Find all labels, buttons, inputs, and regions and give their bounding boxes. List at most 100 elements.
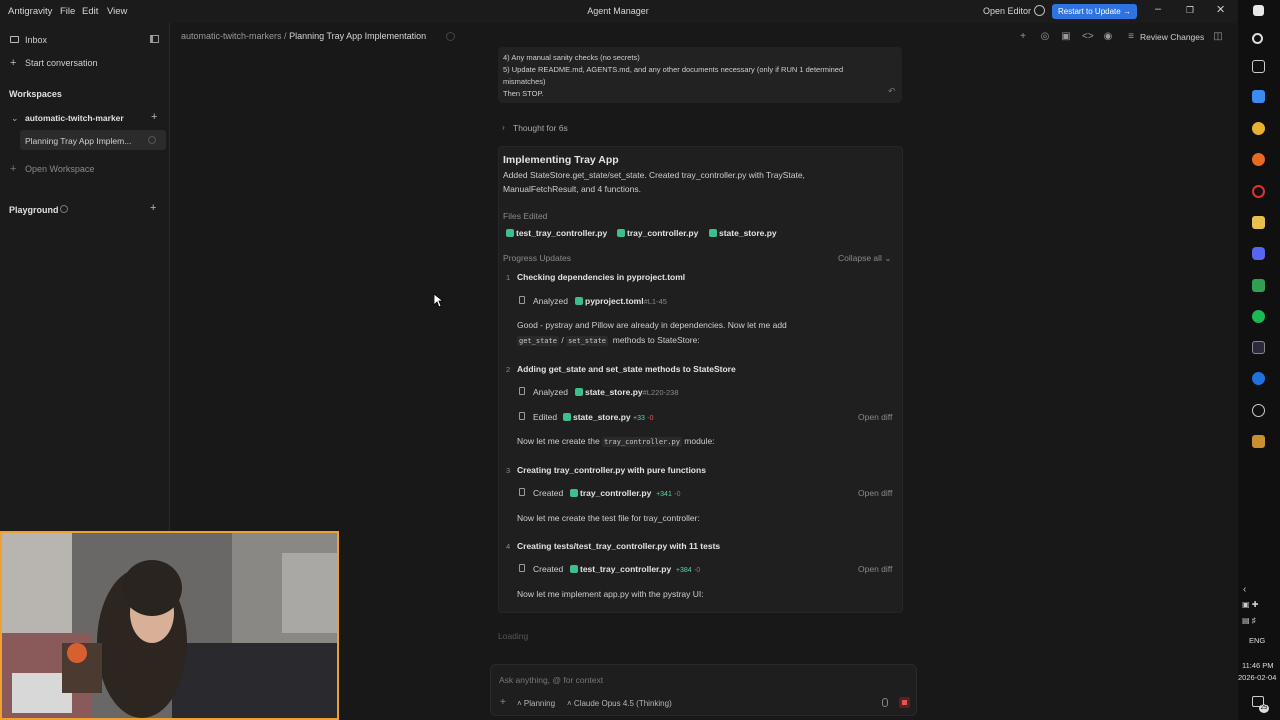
step-action: Analyzed bbox=[533, 296, 568, 306]
breadcrumb-workspace[interactable]: automatic-twitch-markers bbox=[181, 31, 282, 41]
file-icon bbox=[519, 296, 525, 304]
undo-icon[interactable]: ↶ bbox=[888, 86, 896, 97]
menu-antigravity[interactable]: Antigravity bbox=[8, 6, 52, 17]
chrome-icon[interactable] bbox=[1252, 122, 1265, 135]
search-icon[interactable] bbox=[1252, 33, 1263, 44]
file-name: test_tray_controller.py bbox=[580, 564, 672, 574]
list-icon[interactable]: ≡ bbox=[1126, 32, 1136, 42]
discord-icon[interactable] bbox=[1252, 247, 1265, 260]
task-view-icon[interactable] bbox=[1252, 60, 1265, 73]
stop-button[interactable] bbox=[899, 697, 910, 708]
add-icon[interactable]: + bbox=[1018, 32, 1028, 42]
chevron-down-icon[interactable]: ⌄ bbox=[11, 113, 19, 124]
spotify-icon[interactable] bbox=[1252, 310, 1265, 323]
step-note: Now let me implement app.py with the pys… bbox=[517, 589, 704, 599]
tray-icons[interactable]: ▣ ✚ bbox=[1242, 600, 1258, 609]
open-diff-button[interactable]: Open diff bbox=[858, 564, 892, 574]
mouse-cursor-icon bbox=[434, 294, 444, 308]
conversation-title: Planning Tray App Implem... bbox=[25, 136, 132, 146]
step-note: get_state / set_state methods to StateSt… bbox=[517, 335, 700, 346]
menu-file[interactable]: File bbox=[60, 6, 75, 17]
workspace-item[interactable]: automatic-twitch-marker bbox=[25, 113, 124, 123]
file-explorer-icon[interactable] bbox=[1252, 216, 1265, 229]
eye-icon[interactable]: ◉ bbox=[1103, 32, 1113, 42]
step-note: Now let me create the test file for tray… bbox=[517, 513, 700, 523]
step-number: 4 bbox=[506, 542, 511, 551]
menu-edit[interactable]: Edit bbox=[82, 6, 98, 17]
maps-icon[interactable] bbox=[1252, 372, 1265, 385]
stop-icon bbox=[902, 700, 907, 705]
collapse-all-button[interactable]: Collapse all ⌄ bbox=[838, 253, 891, 264]
python-file-icon bbox=[575, 297, 583, 305]
antigravity-icon[interactable] bbox=[1252, 341, 1265, 354]
thought-toggle[interactable]: Thought for 6s bbox=[513, 123, 568, 133]
sidebar-item-inbox[interactable]: Inbox bbox=[25, 35, 47, 45]
network-volume-icon[interactable]: ▤ ♯ bbox=[1242, 616, 1256, 625]
file-icon bbox=[519, 412, 525, 420]
gear-icon[interactable] bbox=[1034, 5, 1045, 16]
plus-icon: + bbox=[10, 57, 17, 69]
loading-indicator: Loading bbox=[498, 631, 529, 641]
file-icon bbox=[519, 387, 525, 395]
breadcrumb: automatic-twitch-markers / Planning Tray… bbox=[181, 31, 426, 41]
file-link[interactable]: tray_controller.py +341 -0 bbox=[570, 488, 680, 498]
breadcrumb-separator: / bbox=[284, 31, 287, 41]
lines-added: +384 bbox=[675, 567, 692, 574]
restore-icon[interactable]: ❐ bbox=[1186, 5, 1194, 16]
code-icon[interactable]: <> bbox=[1082, 32, 1094, 42]
browser-icon[interactable]: ◎ bbox=[1040, 32, 1050, 42]
close-icon[interactable]: ✕ bbox=[1216, 3, 1225, 16]
playground-heading[interactable]: Playground bbox=[9, 205, 59, 215]
start-conversation-button[interactable]: Start conversation bbox=[25, 58, 98, 68]
clock-time[interactable]: 11:46 PM bbox=[1242, 661, 1274, 670]
file-link[interactable]: state_store.py +33 -0 bbox=[563, 412, 654, 422]
minimize-icon[interactable]: – bbox=[1155, 3, 1161, 15]
add-conversation-icon[interactable]: + bbox=[151, 111, 157, 123]
copilot-icon[interactable] bbox=[1252, 90, 1265, 103]
image-icon[interactable]: ▣ bbox=[1061, 32, 1071, 42]
step-note: Good - pystray and Pillow are already in… bbox=[517, 320, 787, 330]
game-icon[interactable] bbox=[1252, 435, 1265, 448]
lines-deleted: -0 bbox=[674, 491, 681, 498]
open-diff-button[interactable]: Open diff bbox=[858, 412, 892, 422]
inbox-icon bbox=[10, 36, 19, 43]
file-chip[interactable]: test_tray_controller.py bbox=[506, 228, 607, 238]
line-range: #L220-238 bbox=[642, 388, 679, 397]
windows-start-icon[interactable] bbox=[1253, 5, 1264, 16]
chevron-left-icon[interactable]: ‹ bbox=[1243, 584, 1246, 595]
file-chip[interactable]: tray_controller.py bbox=[617, 228, 698, 238]
file-name: state_store.py bbox=[585, 387, 643, 397]
toggle-sidebar-icon[interactable] bbox=[150, 35, 159, 43]
add-context-icon[interactable]: + bbox=[500, 697, 506, 708]
chevron-right-icon[interactable]: › bbox=[502, 122, 505, 132]
model-selector[interactable]: ˄ Claude Opus 4.5 (Thinking) bbox=[567, 699, 672, 708]
language-indicator[interactable]: ENG bbox=[1249, 636, 1265, 645]
firefox-icon[interactable] bbox=[1252, 153, 1265, 166]
restart-to-update-button[interactable]: Restart to Update → bbox=[1052, 4, 1137, 19]
file-link[interactable]: state_store.py#L220-238 bbox=[575, 387, 679, 397]
menu-view[interactable]: View bbox=[107, 6, 127, 17]
obs-icon[interactable] bbox=[1252, 404, 1265, 417]
add-playground-icon[interactable]: + bbox=[150, 202, 156, 214]
python-file-icon bbox=[506, 229, 514, 237]
open-workspace-button[interactable]: Open Workspace bbox=[25, 164, 94, 174]
conversation-item-active[interactable]: Planning Tray App Implem... bbox=[20, 130, 166, 150]
file-chip[interactable]: state_store.py bbox=[709, 228, 777, 238]
open-diff-button[interactable]: Open diff bbox=[858, 488, 892, 498]
spreadsheet-icon[interactable] bbox=[1252, 279, 1265, 292]
review-changes-button[interactable]: Review Changes bbox=[1140, 32, 1204, 42]
open-editor-button[interactable]: Open Editor bbox=[983, 6, 1031, 16]
file-link[interactable]: test_tray_controller.py +384 -0 bbox=[570, 564, 700, 574]
panel-toggle-icon[interactable]: ◫ bbox=[1213, 32, 1223, 42]
opera-icon[interactable] bbox=[1252, 185, 1265, 198]
mode-selector[interactable]: ˄ Planning bbox=[517, 699, 555, 708]
task-summary: ManualFetchResult, and 4 functions. bbox=[503, 184, 641, 194]
step-title: Creating tests/test_tray_controller.py w… bbox=[517, 541, 721, 551]
mode-label: Planning bbox=[523, 699, 556, 708]
clock-date[interactable]: 2026-02-04 bbox=[1238, 673, 1276, 682]
file-link[interactable]: pyproject.toml#L1-45 bbox=[575, 296, 667, 306]
microphone-icon[interactable] bbox=[882, 698, 888, 707]
chat-input[interactable]: Ask anything, @ for context bbox=[499, 675, 603, 685]
step-number: 1 bbox=[506, 273, 511, 282]
progress-updates-label: Progress Updates bbox=[503, 253, 572, 263]
